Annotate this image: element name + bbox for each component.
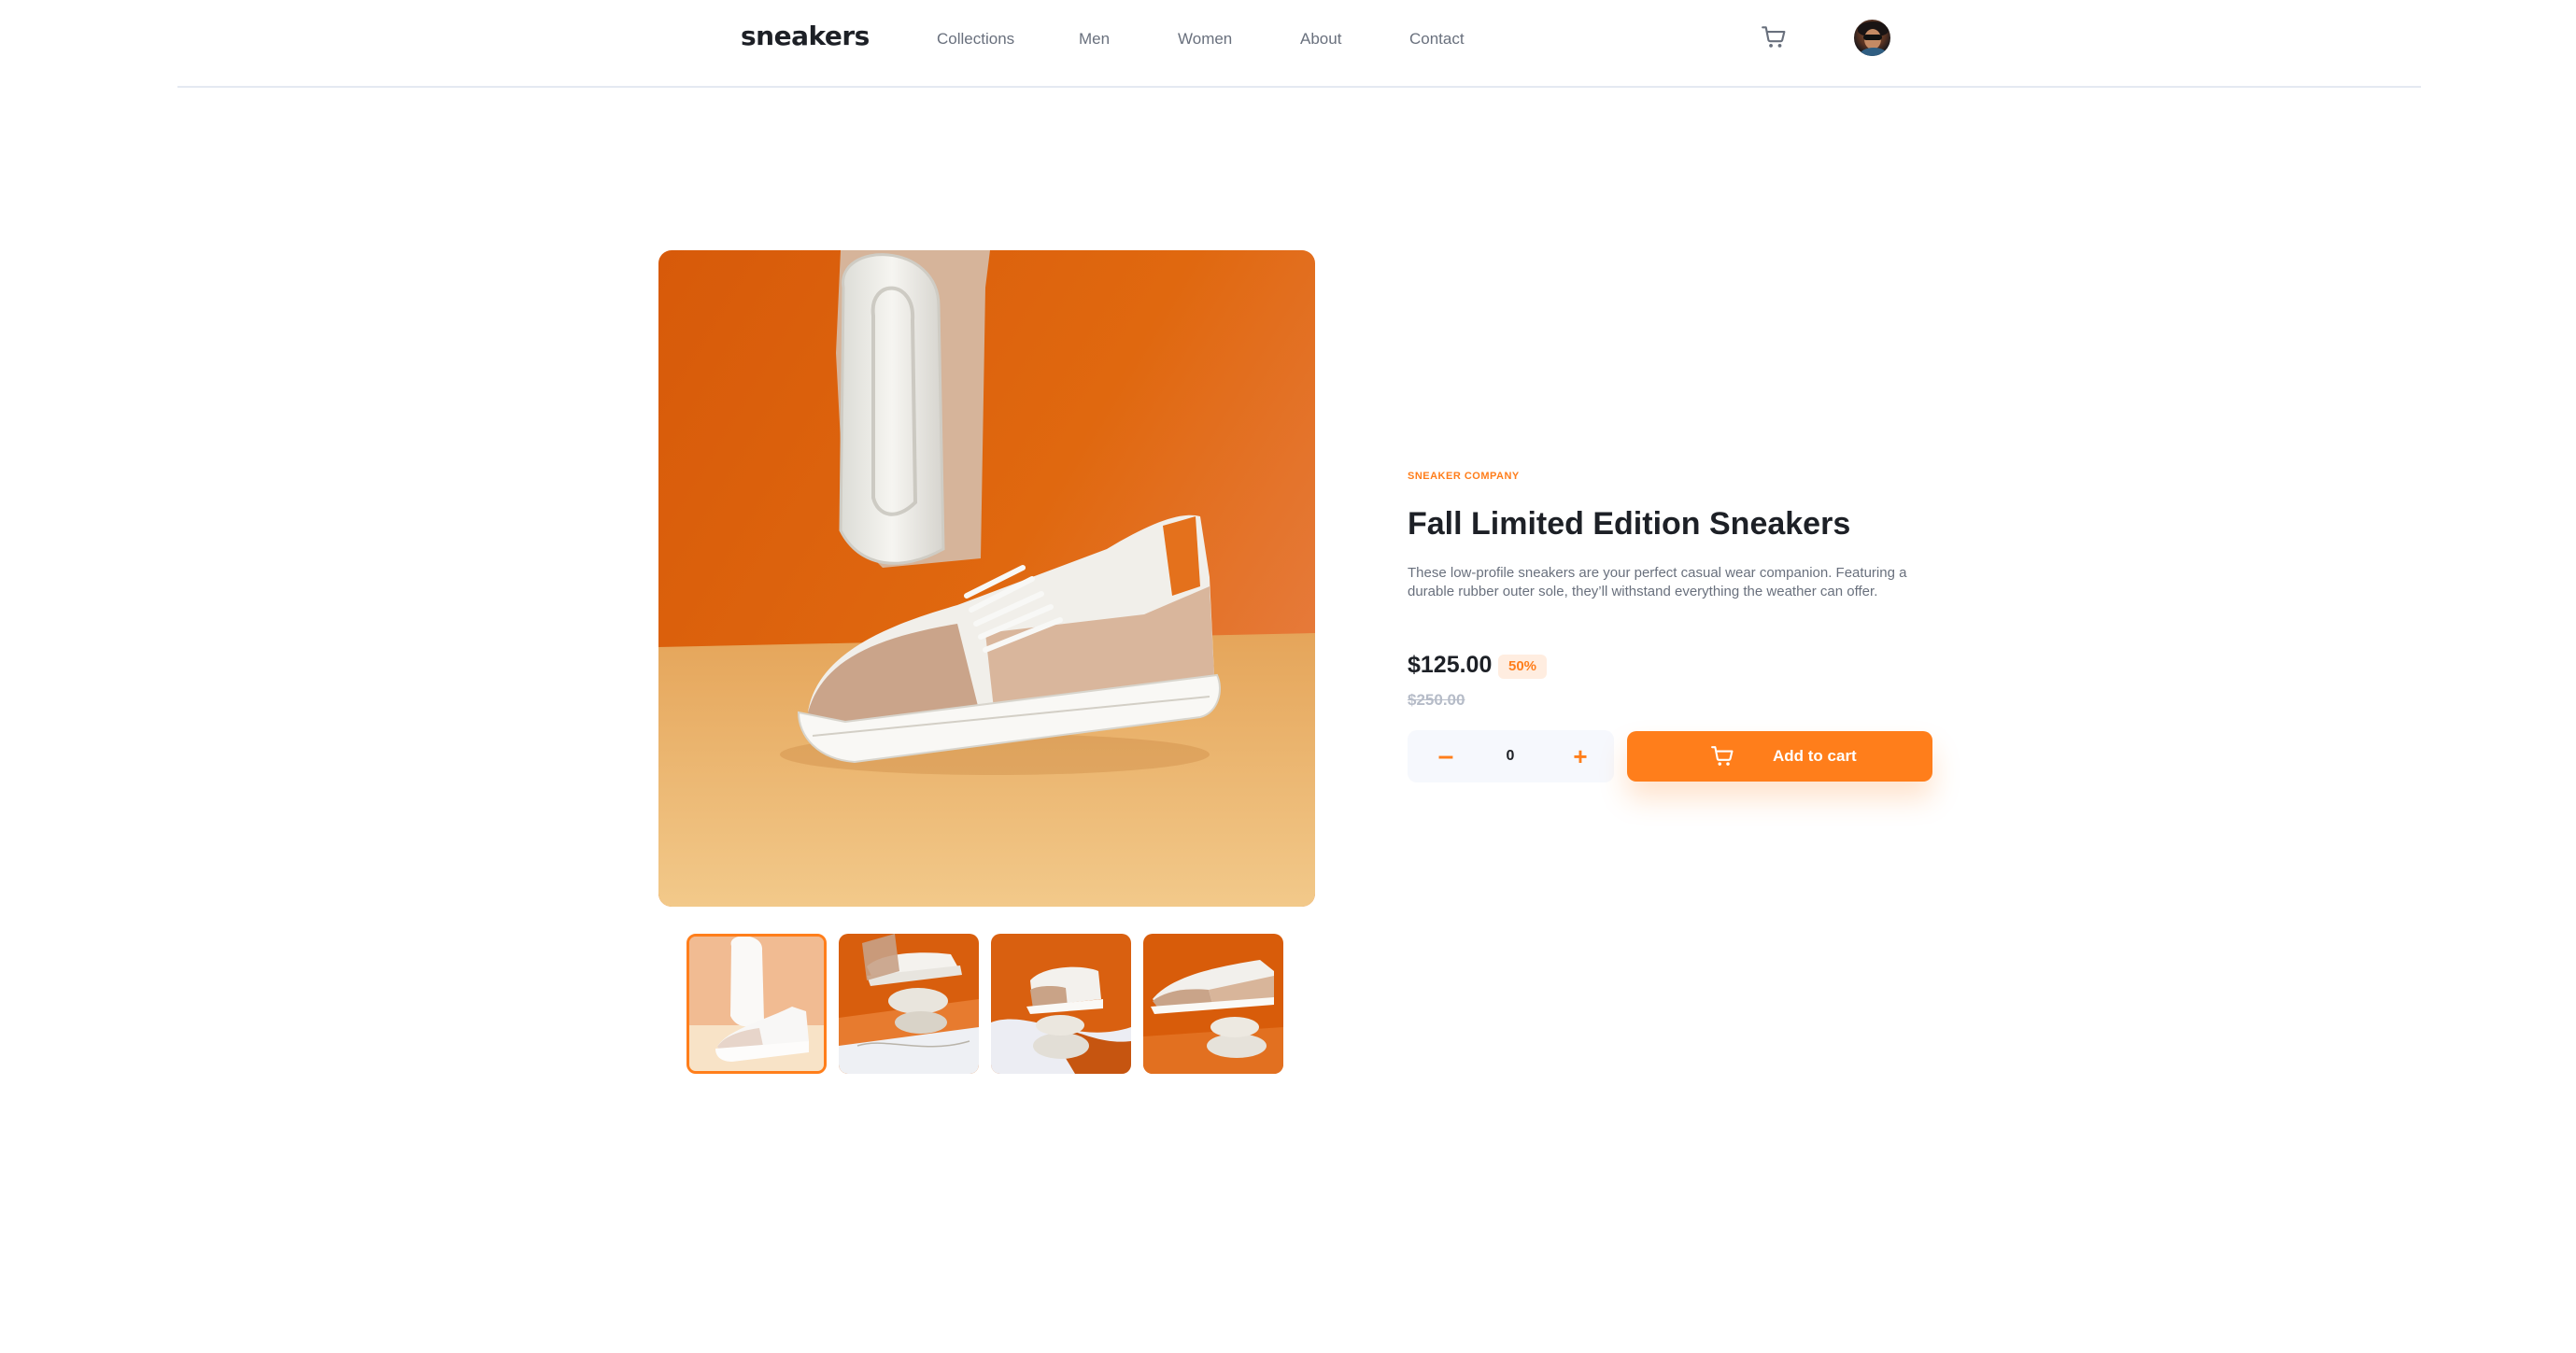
add-to-cart-label: Add to cart — [1773, 747, 1857, 765]
company-label: Sneaker Company — [1408, 471, 1520, 482]
nav-contact[interactable]: Contact — [1409, 30, 1503, 49]
nav-men[interactable]: Men — [1079, 30, 1178, 49]
cart-icon[interactable] — [1762, 26, 1786, 49]
thumbnail-4[interactable] — [1143, 934, 1283, 1074]
logo[interactable]: sneakers — [741, 21, 870, 51]
cart-icon — [1711, 746, 1734, 767]
thumbnail-2[interactable] — [839, 934, 979, 1074]
thumbnail-1[interactable] — [686, 934, 827, 1074]
original-price: $250.00 — [1408, 691, 1465, 709]
quantity-decrement-button[interactable]: – — [1437, 730, 1455, 782]
site-header: sneakers Collections Men Women About Con… — [0, 0, 2576, 88]
discount-badge: 50% — [1498, 655, 1547, 679]
nav-collections[interactable]: Collections — [937, 30, 1079, 49]
avatar-glasses — [1863, 35, 1882, 40]
user-avatar[interactable] — [1852, 18, 1892, 58]
current-price: $125.00 — [1408, 652, 1493, 678]
avatar-shirt — [1860, 48, 1888, 56]
header-divider — [177, 86, 2421, 88]
product-description: These low-profile sneakers are your perf… — [1408, 565, 1907, 599]
quantity-stepper: – 0 + — [1408, 730, 1614, 782]
main-nav: Collections Men Women About Contact — [937, 30, 1503, 49]
product-title: Fall Limited Edition Sneakers — [1408, 506, 1851, 542]
thumbnail-3[interactable] — [991, 934, 1131, 1074]
add-to-cart-button[interactable]: Add to cart — [1627, 731, 1932, 782]
nav-women[interactable]: Women — [1178, 30, 1300, 49]
thumbnail-strip — [686, 934, 1295, 1074]
quantity-value: 0 — [1506, 748, 1515, 764]
quantity-increment-button[interactable]: + — [1571, 730, 1590, 782]
main-product-image[interactable] — [658, 250, 1315, 907]
nav-about[interactable]: About — [1300, 30, 1409, 49]
